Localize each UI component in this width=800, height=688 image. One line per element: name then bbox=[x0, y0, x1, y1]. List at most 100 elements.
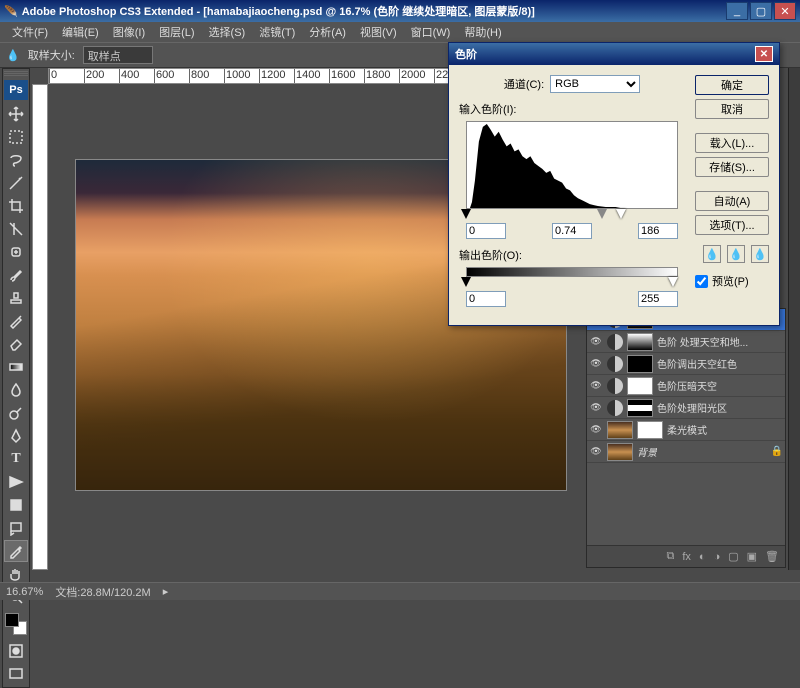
layer-row[interactable]: 👁 色阶压暗天空 bbox=[587, 375, 785, 397]
black-eyedropper[interactable]: 💧 bbox=[703, 245, 721, 263]
dialog-title-text: 色阶 bbox=[455, 46, 477, 62]
pen-tool[interactable] bbox=[4, 425, 28, 447]
lasso-tool[interactable] bbox=[4, 149, 28, 171]
menu-item[interactable]: 帮助(H) bbox=[458, 22, 507, 42]
maximize-button[interactable]: ▢ bbox=[750, 2, 772, 20]
delete-layer-icon[interactable]: 🗑 bbox=[765, 550, 779, 563]
screenmode-toggle[interactable] bbox=[4, 663, 28, 685]
layer-thumb bbox=[607, 443, 633, 461]
statusbar-arrow-icon[interactable]: ▸ bbox=[163, 585, 169, 598]
visibility-icon[interactable]: 👁 bbox=[589, 445, 603, 459]
visibility-icon[interactable]: 👁 bbox=[589, 357, 603, 371]
output-slider[interactable] bbox=[466, 277, 678, 289]
out-highlight-slider[interactable] bbox=[668, 277, 678, 287]
highlight-slider[interactable] bbox=[616, 209, 626, 219]
layer-name: 色阶压暗天空 bbox=[657, 378, 717, 393]
dialog-close-button[interactable]: ✕ bbox=[755, 46, 773, 62]
eraser-tool[interactable] bbox=[4, 333, 28, 355]
quickmask-toggle[interactable] bbox=[4, 640, 28, 662]
visibility-icon[interactable]: 👁 bbox=[589, 379, 603, 393]
mask-thumb[interactable] bbox=[627, 355, 653, 373]
blur-tool[interactable] bbox=[4, 379, 28, 401]
marquee-tool[interactable] bbox=[4, 126, 28, 148]
zoom-display[interactable]: 16.67% bbox=[6, 586, 43, 598]
menu-item[interactable]: 编辑(E) bbox=[56, 22, 105, 42]
shape-tool[interactable] bbox=[4, 494, 28, 516]
white-eyedropper[interactable]: 💧 bbox=[751, 245, 769, 263]
shadow-input[interactable] bbox=[466, 223, 506, 239]
ps-logo: Ps bbox=[4, 80, 28, 100]
channel-label: 通道(C): bbox=[504, 76, 544, 92]
wand-tool[interactable] bbox=[4, 172, 28, 194]
layer-mask-icon[interactable]: ◐ bbox=[699, 551, 706, 563]
layer-row[interactable]: 👁色阶处理阳光区 bbox=[587, 397, 785, 419]
out-high-input[interactable] bbox=[638, 291, 678, 307]
dialog-titlebar[interactable]: 色阶 ✕ bbox=[449, 43, 779, 65]
shadow-slider[interactable] bbox=[461, 209, 471, 219]
layer-row[interactable]: 👁柔光模式 bbox=[587, 419, 785, 441]
highlight-input[interactable] bbox=[638, 223, 678, 239]
crop-tool[interactable] bbox=[4, 195, 28, 217]
move-tool[interactable] bbox=[4, 103, 28, 125]
menu-item[interactable]: 图层(L) bbox=[153, 22, 200, 42]
mask-thumb[interactable] bbox=[637, 421, 663, 439]
dodge-tool[interactable] bbox=[4, 402, 28, 424]
options-button[interactable]: 选项(T)... bbox=[695, 215, 769, 235]
history-brush-tool[interactable] bbox=[4, 310, 28, 332]
menu-item[interactable]: 选择(S) bbox=[203, 22, 252, 42]
type-tool[interactable]: T bbox=[4, 448, 28, 470]
adjustment-icon bbox=[607, 356, 623, 372]
gray-eyedropper[interactable]: 💧 bbox=[727, 245, 745, 263]
stamp-tool[interactable] bbox=[4, 287, 28, 309]
minimize-button[interactable]: _ bbox=[726, 2, 748, 20]
cancel-button[interactable]: 取消 bbox=[695, 99, 769, 119]
menu-item[interactable]: 图像(I) bbox=[107, 22, 151, 42]
menu-item[interactable]: 文件(F) bbox=[6, 22, 54, 42]
panels-dock[interactable] bbox=[788, 68, 800, 570]
gradient-tool[interactable] bbox=[4, 356, 28, 378]
menu-item[interactable]: 滤镜(T) bbox=[253, 22, 301, 42]
link-layers-icon[interactable]: ⧉ bbox=[666, 550, 674, 563]
menu-item[interactable]: 分析(A) bbox=[303, 22, 352, 42]
group-icon[interactable]: ▢ bbox=[728, 550, 738, 563]
input-levels-label: 输入色阶(I): bbox=[459, 101, 685, 117]
auto-button[interactable]: 自动(A) bbox=[695, 191, 769, 211]
color-swatches[interactable] bbox=[5, 613, 27, 635]
visibility-icon[interactable]: 👁 bbox=[589, 423, 603, 437]
slice-tool[interactable] bbox=[4, 218, 28, 240]
menu-item[interactable]: 窗口(W) bbox=[405, 22, 457, 42]
layer-row[interactable]: 👁色阶 处理天空和地... bbox=[587, 331, 785, 353]
adjustment-layer-icon[interactable]: ◑ bbox=[714, 551, 721, 563]
mask-thumb[interactable] bbox=[627, 399, 653, 417]
new-layer-icon[interactable]: ▣ bbox=[747, 550, 757, 563]
load-button[interactable]: 载入(L)... bbox=[695, 133, 769, 153]
midtone-slider[interactable] bbox=[597, 209, 607, 219]
levels-dialog: 色阶 ✕ 通道(C): RGB 输入色阶(I): bbox=[448, 42, 780, 326]
lock-icon: 🔒 bbox=[771, 446, 783, 457]
close-button[interactable]: ✕ bbox=[774, 2, 796, 20]
save-button[interactable]: 存储(S)... bbox=[695, 157, 769, 177]
layer-style-icon[interactable]: fx bbox=[682, 551, 691, 563]
input-slider[interactable] bbox=[466, 209, 678, 221]
mask-thumb[interactable] bbox=[627, 377, 653, 395]
path-tool[interactable] bbox=[4, 471, 28, 493]
ok-button[interactable]: 确定 bbox=[695, 75, 769, 95]
brush-tool[interactable] bbox=[4, 264, 28, 286]
notes-tool[interactable] bbox=[4, 517, 28, 539]
healing-tool[interactable] bbox=[4, 241, 28, 263]
menu-item[interactable]: 视图(V) bbox=[354, 22, 403, 42]
sample-size-dropdown[interactable]: 取样点 bbox=[83, 46, 153, 64]
visibility-icon[interactable]: 👁 bbox=[589, 401, 603, 415]
preview-checkbox[interactable] bbox=[695, 275, 708, 288]
layer-name: 色阶调出天空红色 bbox=[657, 356, 737, 371]
visibility-icon[interactable]: 👁 bbox=[589, 335, 603, 349]
midtone-input[interactable] bbox=[552, 223, 592, 239]
out-shadow-slider[interactable] bbox=[461, 277, 471, 287]
channel-select[interactable]: RGB bbox=[550, 75, 640, 93]
layer-row[interactable]: 👁背景🔒 bbox=[587, 441, 785, 463]
eyedropper-tool[interactable] bbox=[4, 540, 28, 562]
out-low-input[interactable] bbox=[466, 291, 506, 307]
mask-thumb[interactable] bbox=[627, 333, 653, 351]
layer-row[interactable]: 👁 色阶调出天空红色 bbox=[587, 353, 785, 375]
toolbox-grip[interactable] bbox=[4, 71, 28, 77]
